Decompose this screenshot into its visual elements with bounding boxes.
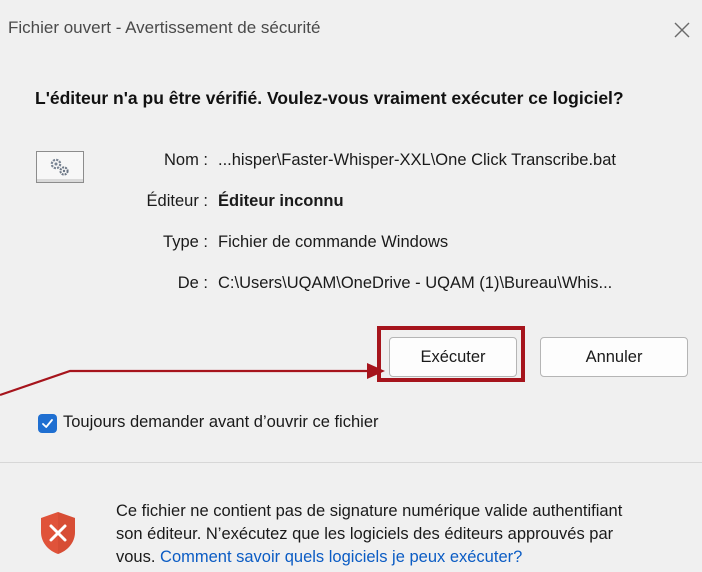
name-label: Nom : [163,151,208,169]
window-title: Fichier ouvert - Avertissement de sécuri… [8,18,321,37]
footer-line-2: son éditeur. N’exécutez que les logiciel… [116,525,614,543]
shield-warning-icon [41,512,75,554]
footer-message: Ce fichier ne contient pas de signature … [116,500,698,569]
from-value: C:\Users\UQAM\OneDrive - UQAM (1)\Bureau… [218,274,613,292]
from-label: De : [177,274,208,292]
checkmark-icon [42,419,53,428]
footer-line-3: vous. Comment savoir quels logiciels je … [116,546,698,569]
type-value: Fichier de commande Windows [218,233,449,251]
cancel-button[interactable]: Annuler [540,337,688,377]
warning-heading: L'éditeur n'a pu être vérifié. Voulez-vo… [35,88,624,108]
publisher-value: Éditeur inconnu [218,192,344,210]
always-ask-label: Toujours demander avant d’ouvrir ce fich… [63,413,379,431]
close-icon [674,22,690,38]
always-ask-checkbox[interactable] [38,414,57,433]
run-button[interactable]: Exécuter [389,337,517,377]
close-button[interactable] [668,16,696,44]
name-value: ...hisper\Faster-Whisper-XXL\One Click T… [218,151,616,169]
detail-row-type: Type : Fichier de commande Windows [0,233,700,257]
publisher-label: Éditeur : [146,192,208,210]
help-link[interactable]: Comment savoir quels logiciels je peux e… [160,548,522,566]
detail-row-from: De : C:\Users\UQAM\OneDrive - UQAM (1)\B… [0,274,700,298]
security-warning-dialog: Fichier ouvert - Avertissement de sécuri… [0,0,702,572]
type-label: Type : [163,233,208,251]
footer-line-1: Ce fichier ne contient pas de signature … [116,502,623,520]
footer-line-3-prefix: vous. [116,548,156,566]
detail-row-name: Nom : ...hisper\Faster-Whisper-XXL\One C… [0,151,700,175]
title-bar: Fichier ouvert - Avertissement de sécuri… [0,0,702,60]
detail-row-publisher: Éditeur : Éditeur inconnu [0,192,700,216]
